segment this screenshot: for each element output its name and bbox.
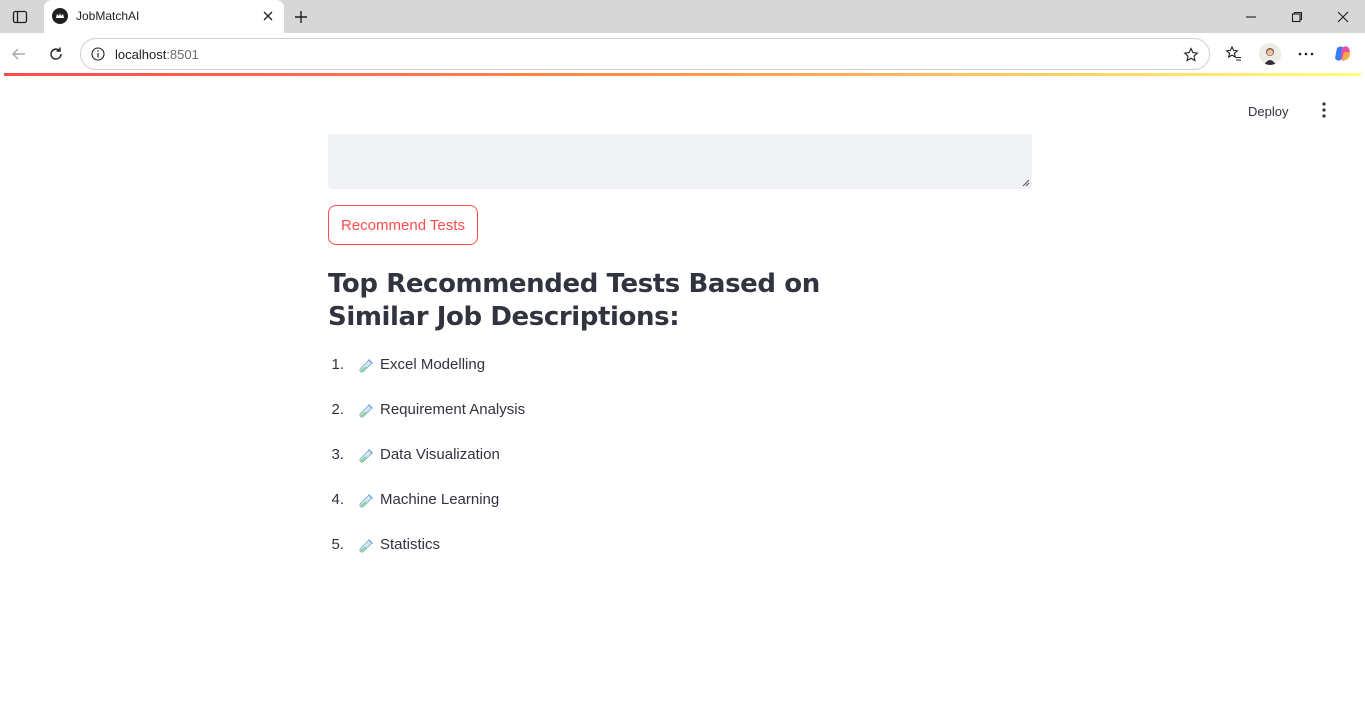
job-description-textarea[interactable] [328, 134, 1032, 189]
list-number: 5. [331, 536, 344, 553]
test-name: Excel Modelling [380, 356, 486, 373]
list-number: 3. [331, 446, 344, 463]
test-name: Requirement Analysis [380, 401, 526, 418]
deploy-button[interactable]: Deploy [1248, 100, 1288, 122]
url-port: :8501 [166, 47, 199, 62]
recommend-tests-button[interactable]: Recommend Tests [328, 205, 478, 245]
test-tube-icon [359, 404, 373, 418]
test-tube-icon [359, 539, 373, 553]
favorites-icon[interactable] [1223, 43, 1245, 65]
test-tube-icon [359, 449, 373, 463]
favorite-star-icon[interactable] [1181, 45, 1201, 65]
browser-toolbar: localhost:8501 [0, 33, 1365, 74]
test-tube-icon [359, 359, 373, 373]
results-heading: Top Recommended Tests Based on Similar J… [328, 269, 820, 332]
main-menu-icon[interactable] [1316, 100, 1332, 120]
list-number: 1. [331, 356, 344, 373]
restore-icon[interactable] [1286, 6, 1308, 28]
resize-grip-icon[interactable] [1022, 179, 1030, 187]
list-item: 2. Requirement Analysis [328, 401, 525, 446]
new-tab-icon[interactable] [290, 6, 312, 28]
recommended-tests-list: 1. Excel Modelling 2. Requirement Analys… [328, 356, 525, 581]
close-window-icon[interactable] [1332, 6, 1354, 28]
tab-title: JobMatchAI [76, 9, 140, 23]
tab-strip: JobMatchAI [0, 0, 1365, 33]
copilot-icon[interactable] [1332, 43, 1354, 65]
url-text: localhost:8501 [115, 47, 199, 62]
app-viewport: Deploy Recommend Tests Top Recommended T… [4, 76, 1361, 713]
test-name: Statistics [380, 536, 441, 553]
refresh-icon[interactable] [45, 43, 67, 65]
site-info-icon[interactable] [90, 46, 106, 62]
list-item: 5. Statistics [328, 536, 525, 581]
test-name: Data Visualization [380, 446, 500, 463]
list-number: 2. [331, 401, 344, 418]
address-bar[interactable]: localhost:8501 [80, 38, 1210, 70]
test-name: Machine Learning [380, 491, 500, 508]
test-tube-icon [359, 494, 373, 508]
list-item: 1. Excel Modelling [328, 356, 525, 401]
back-arrow-icon[interactable] [8, 43, 30, 65]
list-item: 4. Machine Learning [328, 491, 525, 536]
url-host: localhost [115, 47, 167, 62]
close-tab-icon[interactable] [260, 8, 276, 24]
more-options-icon[interactable] [1295, 43, 1317, 65]
minimize-icon[interactable] [1240, 6, 1262, 28]
profile-avatar[interactable] [1259, 43, 1281, 65]
active-tab[interactable]: JobMatchAI [44, 0, 284, 33]
tab-actions-icon[interactable] [10, 7, 30, 27]
list-number: 4. [331, 491, 344, 508]
streamlit-crown-icon [52, 8, 68, 24]
list-item: 3. Data Visualization [328, 446, 525, 491]
